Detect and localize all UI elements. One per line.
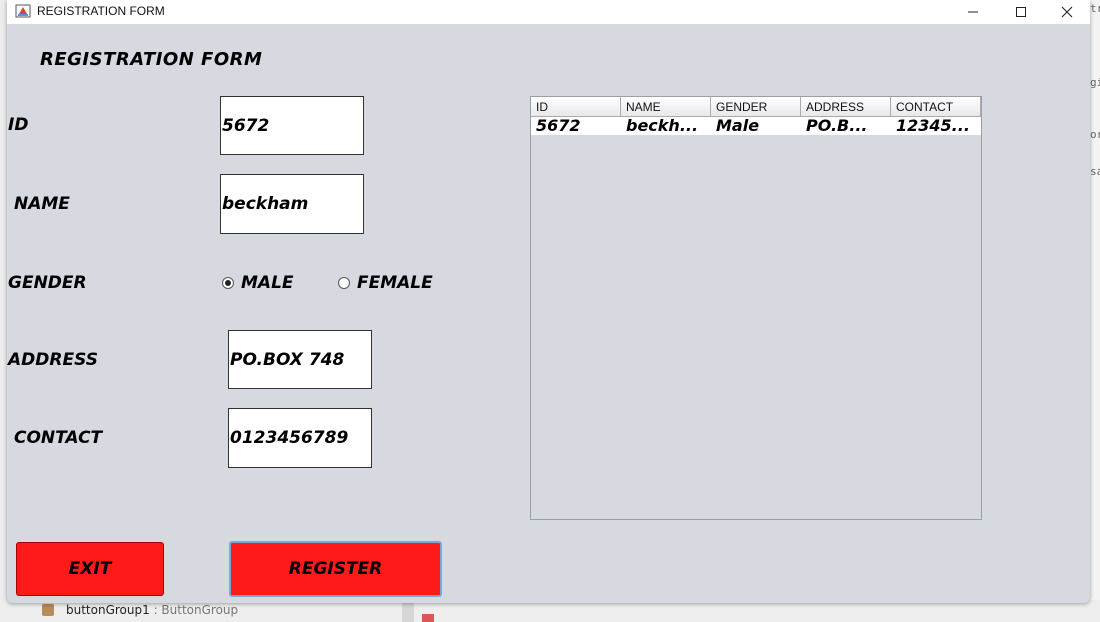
column-header-name[interactable]: NAME (621, 97, 711, 117)
button-group-icon (42, 604, 54, 616)
exit-button[interactable]: EXIT (16, 542, 164, 596)
navigator-item[interactable]: buttonGroup1 : ButtonGroup (66, 603, 238, 617)
navigator-item-type: : ButtonGroup (149, 603, 239, 617)
close-button[interactable] (1044, 0, 1090, 24)
registration-window: REGISTRATION FORM REGISTRATION FORM ID N… (7, 0, 1090, 603)
column-header-id[interactable]: ID (531, 97, 621, 117)
id-field[interactable] (220, 96, 364, 155)
error-marker-icon (422, 614, 434, 622)
gender-female-label: FEMALE (357, 273, 433, 293)
column-header-contact[interactable]: CONTACT (891, 97, 981, 117)
edge-fragment: sa (1090, 165, 1100, 178)
address-field[interactable] (228, 330, 372, 389)
column-header-gender[interactable]: GENDER (711, 97, 801, 117)
window-title: REGISTRATION FORM (37, 4, 165, 18)
minimize-icon (968, 11, 978, 13)
title-bar[interactable]: REGISTRATION FORM (7, 0, 1090, 24)
panel-divider (402, 600, 414, 622)
radio-unselected-icon (338, 277, 350, 289)
radio-selected-icon (222, 277, 234, 289)
name-field[interactable] (220, 174, 364, 234)
form-content: REGISTRATION FORM ID NAME GENDER MALE FE… (7, 24, 1090, 603)
java-app-icon (15, 4, 31, 18)
form-heading: REGISTRATION FORM (40, 49, 263, 70)
background-ide-edge: tri gi or sa (1090, 0, 1100, 622)
records-table[interactable]: ID NAME GENDER ADDRESS CONTACT 5672 beck… (530, 96, 982, 520)
maximize-button[interactable] (998, 0, 1044, 24)
navigator-item-name: buttonGroup1 (66, 603, 150, 617)
table-row[interactable]: 5672 beckh... Male PO.B... 12345... (531, 117, 981, 135)
table-cell[interactable]: beckh... (621, 117, 711, 135)
address-label: ADDRESS (8, 350, 98, 370)
table-cell[interactable]: Male (711, 117, 801, 135)
contact-label: CONTACT (14, 428, 103, 448)
table-cell[interactable]: 5672 (531, 117, 621, 135)
maximize-icon (1016, 7, 1026, 17)
minimize-button[interactable] (950, 0, 996, 24)
gender-label: GENDER (8, 273, 87, 293)
id-label: ID (8, 115, 29, 135)
contact-field[interactable] (228, 408, 372, 468)
table-cell[interactable]: 12345... (891, 117, 981, 135)
gender-male-radio[interactable]: MALE (222, 273, 294, 293)
edge-fragment: tri (1090, 2, 1100, 15)
name-label: NAME (14, 194, 70, 214)
close-icon (1061, 6, 1073, 18)
column-header-address[interactable]: ADDRESS (801, 97, 891, 117)
register-button[interactable]: REGISTER (229, 541, 442, 597)
gender-female-radio[interactable]: FEMALE (338, 273, 433, 293)
background-ide-navigator: buttonGroup1 : ButtonGroup (0, 600, 1100, 622)
table-header: ID NAME GENDER ADDRESS CONTACT (531, 97, 981, 117)
edge-fragment: gi (1090, 76, 1100, 89)
gender-male-label: MALE (241, 273, 294, 293)
edge-fragment: or (1090, 128, 1100, 141)
table-cell[interactable]: PO.B... (801, 117, 891, 135)
